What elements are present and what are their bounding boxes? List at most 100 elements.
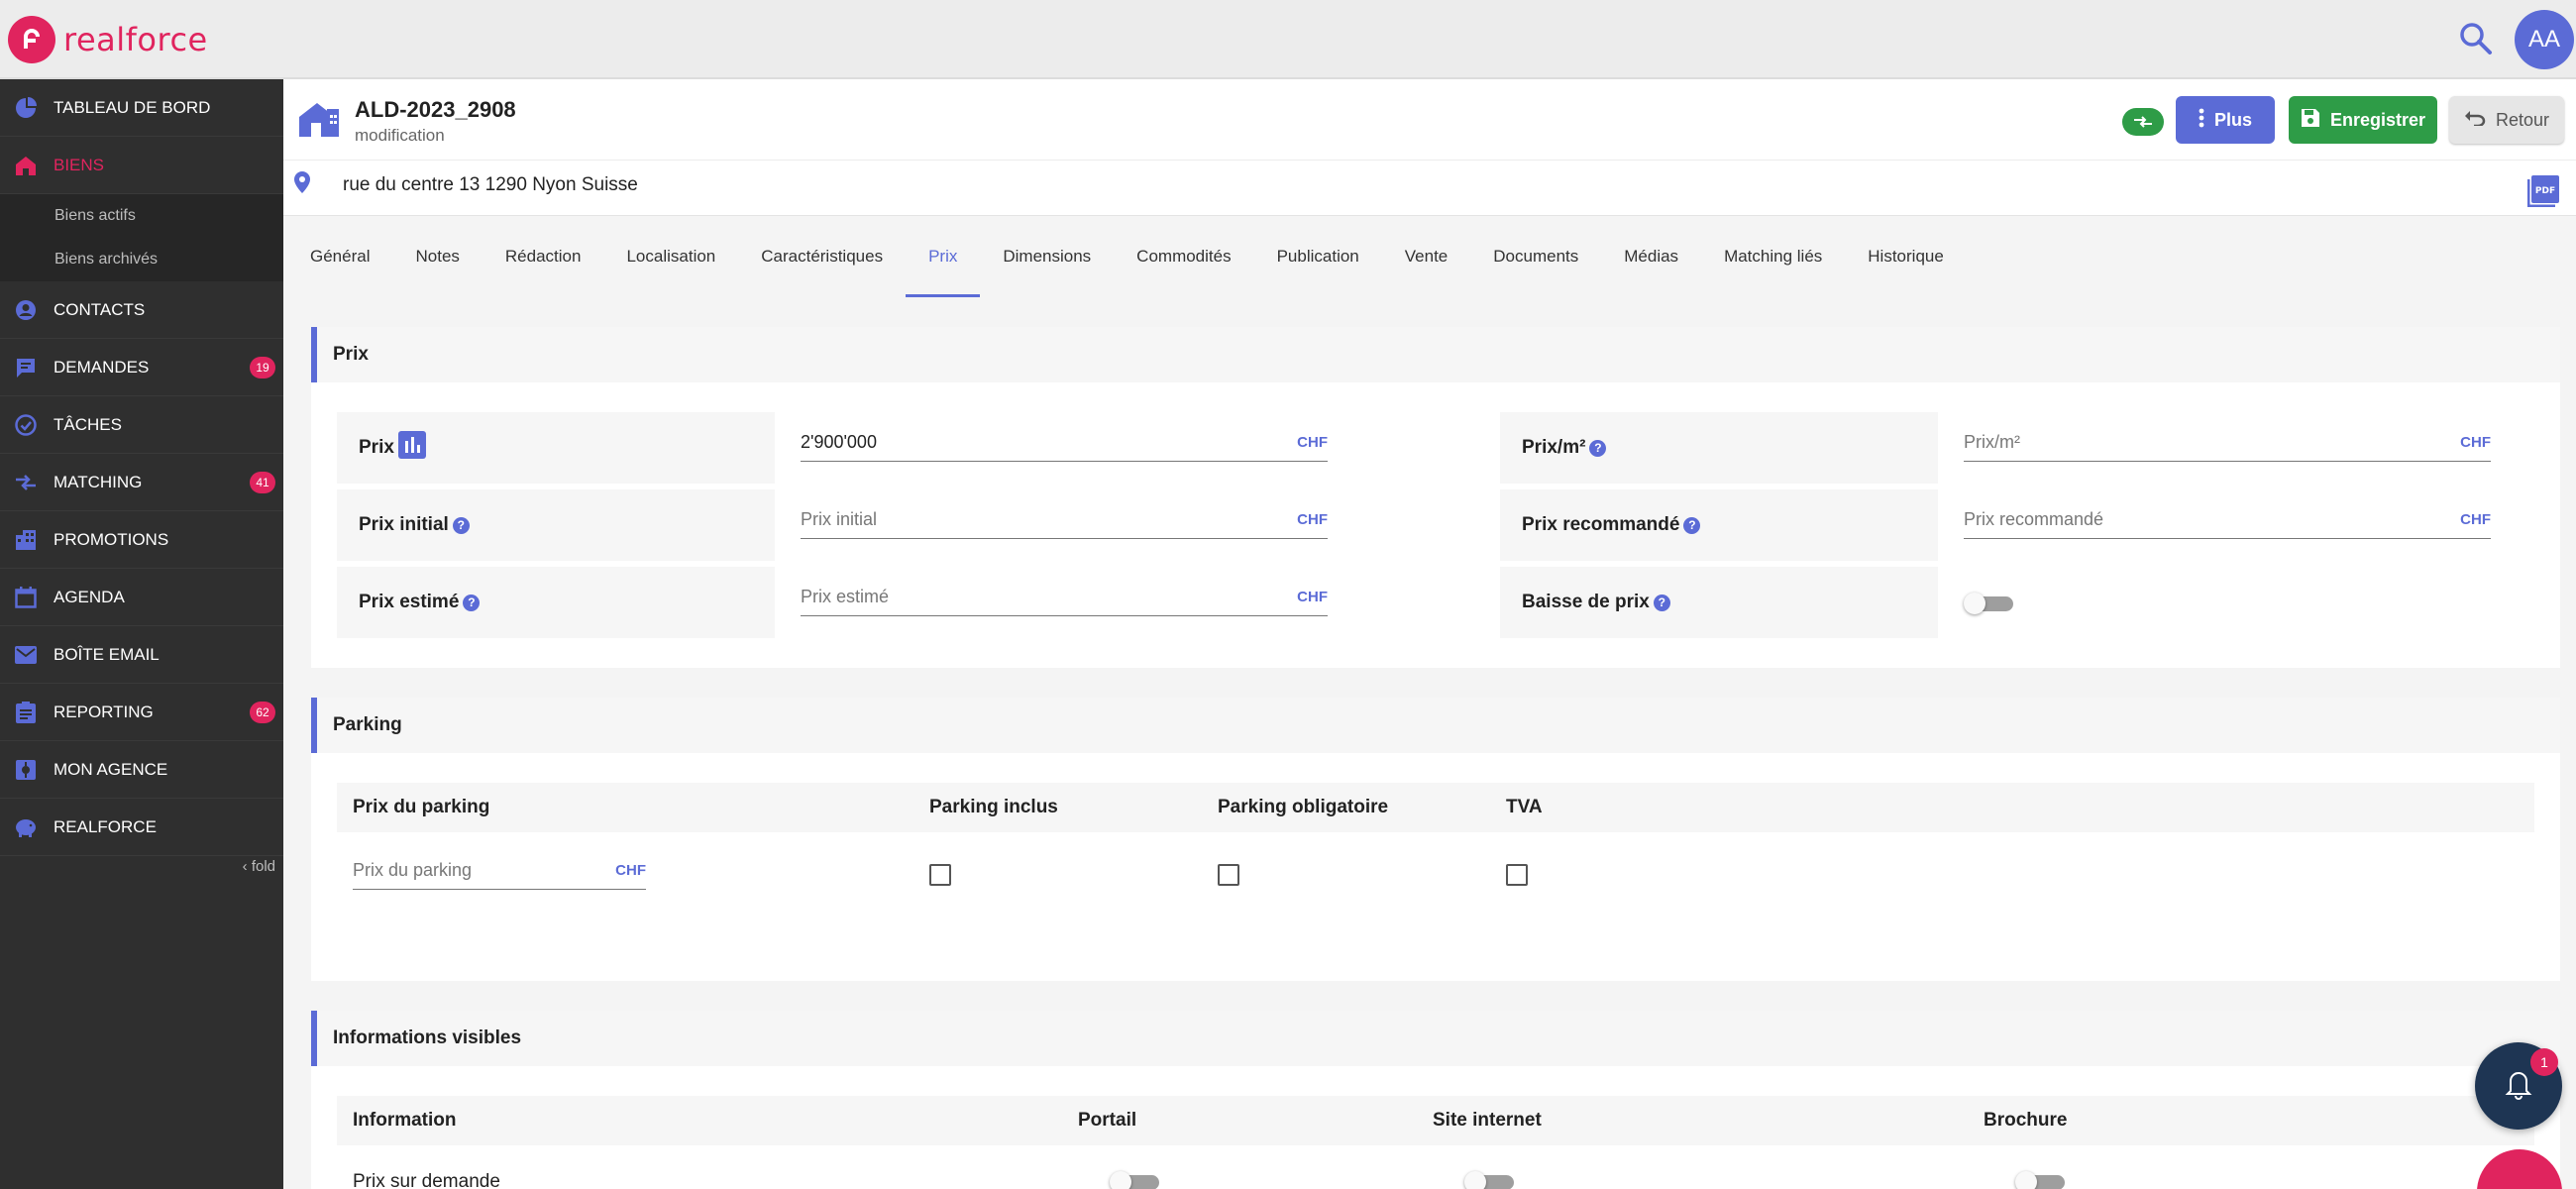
help-icon[interactable]: ?	[1653, 594, 1670, 611]
parking-inclus-checkbox[interactable]	[929, 864, 951, 886]
section-title: Informations visibles	[311, 1011, 2560, 1066]
fold-sidebar-button[interactable]: ‹ fold	[243, 858, 275, 875]
tab-prix[interactable]: Prix	[906, 218, 981, 297]
currency-suffix: CHF	[1297, 511, 1328, 528]
save-label: Enregistrer	[2329, 109, 2426, 130]
help-icon[interactable]: ?	[1589, 439, 1607, 457]
sidebar-label: BIENS	[54, 155, 105, 174]
informations-visibles-section: Informations visibles Information Portai…	[311, 1011, 2560, 1189]
price-chart-icon[interactable]	[397, 431, 426, 465]
sidebar-item-realforce[interactable]: REALFORCE	[0, 799, 283, 856]
infos-table-header: Information Portail Site internet Brochu…	[337, 1096, 2534, 1145]
prix-initial-label-cell: Prix initial ?	[337, 489, 775, 561]
sidebar-sub-biens-archives[interactable]: Biens archivés	[0, 238, 283, 281]
portail-toggle[interactable]	[1110, 1171, 1159, 1189]
matching-count-badge: 41	[250, 472, 275, 493]
toggle-knob	[1110, 1171, 1131, 1189]
currency-suffix: CHF	[615, 862, 646, 879]
sidebar-item-taches[interactable]: TÂCHES	[0, 396, 283, 454]
back-button[interactable]: Retour	[2449, 96, 2564, 144]
baisse-prix-label: Baisse de prix	[1522, 592, 1650, 612]
sidebar-item-biens[interactable]: BIENS	[0, 137, 283, 194]
address-bar: rue du centre 13 1290 Nyon Suisse	[283, 161, 2576, 216]
prix-row-2: Prix initial ? Prix initial CHF Prix rec…	[311, 489, 2560, 561]
sidebar-label: MON AGENCE	[54, 759, 168, 779]
fold-label: fold	[251, 858, 275, 875]
tab-dimensions[interactable]: Dimensions	[980, 218, 1114, 297]
prix-parking-placeholder: Prix du parking	[353, 860, 473, 880]
tab-general[interactable]: Général	[287, 218, 392, 297]
sidebar-item-mon-agence[interactable]: MON AGENCE	[0, 741, 283, 799]
sidebar-label: AGENDA	[54, 587, 125, 606]
agency-icon	[14, 758, 38, 782]
realforce-logo[interactable]: realforce	[8, 16, 208, 63]
user-avatar[interactable]: AA	[2515, 10, 2574, 69]
logo-text: realforce	[63, 21, 208, 58]
sidebar-item-agenda[interactable]: AGENDA	[0, 569, 283, 626]
sidebar-sub-biens-actifs[interactable]: Biens actifs	[0, 194, 283, 238]
prix-value: 2'900'000	[801, 432, 877, 452]
sidebar-item-tableau-de-bord[interactable]: TABLEAU DE BORD	[0, 79, 283, 137]
section-title: Parking	[311, 698, 2560, 753]
undo-icon	[2464, 110, 2486, 131]
sidebar-item-matching[interactable]: MATCHING 41	[0, 454, 283, 511]
prix-recommande-field[interactable]: Prix recommandé CHF	[1964, 509, 2491, 539]
sidebar-item-reporting[interactable]: REPORTING 62	[0, 684, 283, 741]
tva-checkbox[interactable]	[1506, 864, 1528, 886]
col-information: Information	[353, 1110, 457, 1131]
prix-row-3: Prix estimé ? Prix estimé CHF Baisse de …	[311, 567, 2560, 638]
col-parking-inclus: Parking inclus	[929, 797, 1058, 817]
sidebar-label: BOÎTE EMAIL	[54, 644, 160, 664]
prix-estime-placeholder: Prix estimé	[801, 587, 890, 606]
col-brochure: Brochure	[1984, 1110, 2068, 1131]
sidebar-item-contacts[interactable]: CONTACTS	[0, 281, 283, 339]
prix-m2-field[interactable]: Prix/m² CHF	[1964, 432, 2491, 462]
sidebar: TABLEAU DE BORD BIENS Biens actifs Biens…	[0, 79, 283, 1189]
help-icon[interactable]: ?	[463, 594, 481, 611]
sidebar-item-promotions[interactable]: PROMOTIONS	[0, 511, 283, 569]
more-button[interactable]: Plus	[2176, 96, 2275, 144]
prix-field[interactable]: 2'900'000 CHF	[801, 432, 1328, 462]
help-icon[interactable]: ?	[1683, 516, 1701, 534]
pdf-export-icon[interactable]: PDF	[2526, 174, 2560, 213]
piggy-bank-icon	[14, 815, 38, 839]
tab-publication[interactable]: Publication	[1254, 218, 1382, 297]
sidebar-label: TÂCHES	[54, 414, 122, 434]
demandes-count-badge: 19	[250, 357, 275, 378]
toggle-knob	[1964, 593, 1986, 614]
tab-caracteristiques[interactable]: Caractéristiques	[738, 218, 906, 297]
site-internet-toggle[interactable]	[1464, 1171, 1514, 1189]
bell-icon	[2502, 1067, 2535, 1106]
prix-recommande-placeholder: Prix recommandé	[1964, 509, 2104, 529]
tab-redaction[interactable]: Rédaction	[483, 218, 604, 297]
currency-suffix: CHF	[1297, 589, 1328, 605]
tab-medias[interactable]: Médias	[1601, 218, 1701, 297]
tab-historique[interactable]: Historique	[1845, 218, 1967, 297]
sidebar-item-demandes[interactable]: DEMANDES 19	[0, 339, 283, 396]
sidebar-item-boite-email[interactable]: BOÎTE EMAIL	[0, 626, 283, 684]
toggle-knob	[1464, 1171, 1486, 1189]
reporting-count-badge: 62	[250, 702, 275, 723]
prix-initial-field[interactable]: Prix initial CHF	[801, 509, 1328, 539]
top-bar: realforce AA	[0, 0, 2576, 79]
tab-documents[interactable]: Documents	[1470, 218, 1601, 297]
prix-parking-field[interactable]: Prix du parking CHF	[353, 860, 646, 890]
brochure-toggle[interactable]	[2015, 1171, 2065, 1189]
back-label: Retour	[2495, 109, 2550, 130]
search-icon[interactable]	[2457, 20, 2497, 59]
col-parking-obligatoire: Parking obligatoire	[1218, 797, 1389, 817]
parking-obligatoire-checkbox[interactable]	[1218, 864, 1239, 886]
matching-swap-button[interactable]	[2122, 108, 2164, 136]
baisse-prix-toggle[interactable]	[1964, 593, 2013, 614]
logo-mark-icon	[8, 16, 55, 63]
sidebar-label: PROMOTIONS	[54, 529, 169, 549]
help-icon[interactable]: ?	[452, 516, 470, 534]
tab-matching-lies[interactable]: Matching liés	[1701, 218, 1845, 297]
prix-estime-field[interactable]: Prix estimé CHF	[801, 587, 1328, 616]
tab-localisation[interactable]: Localisation	[603, 218, 738, 297]
tab-notes[interactable]: Notes	[392, 218, 482, 297]
prix-recommande-input-cell: Prix recommandé CHF	[1942, 489, 2491, 561]
tab-commodites[interactable]: Commodités	[1114, 218, 1253, 297]
tab-vente[interactable]: Vente	[1382, 218, 1471, 297]
save-button[interactable]: Enregistrer	[2289, 96, 2437, 144]
